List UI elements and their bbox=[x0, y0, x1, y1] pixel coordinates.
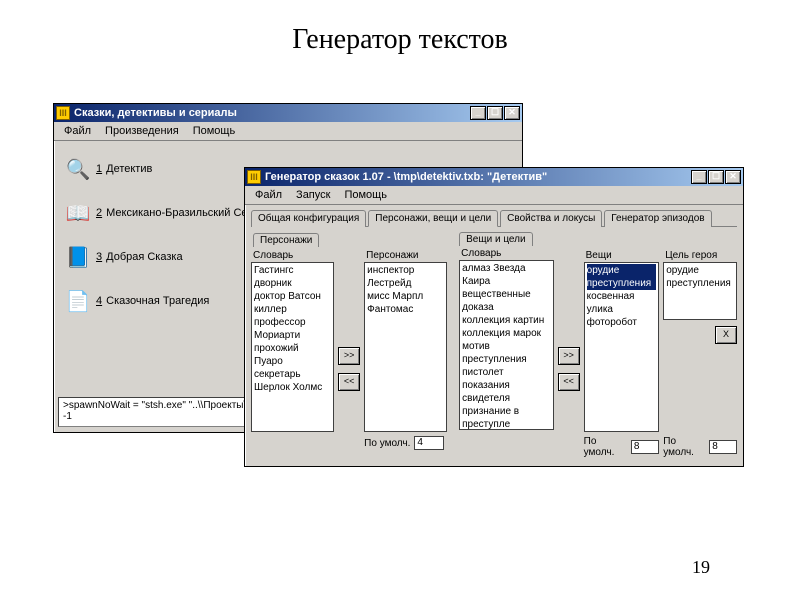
label-goal: Цель героя bbox=[663, 249, 737, 262]
slide-title: Генератор текстов bbox=[0, 24, 800, 56]
menubar-front: Файл Запуск Помощь bbox=[245, 186, 743, 205]
label-dict-persons: Словарь bbox=[251, 249, 334, 262]
menu-help[interactable]: Помощь bbox=[338, 188, 393, 202]
genre-label: Сказочная Трагедия bbox=[106, 295, 209, 307]
tab-episode-gen[interactable]: Генератор эпизодов bbox=[604, 210, 711, 227]
window-title: Генератор сказок 1.07 - \tmp\detektiv.tx… bbox=[265, 171, 547, 183]
genre-num: 4 bbox=[96, 295, 102, 307]
list-item[interactable]: дворник bbox=[254, 277, 331, 290]
tab-persons-things[interactable]: Персонажи, вещи и цели bbox=[368, 210, 498, 227]
book-blue-icon: 📘 bbox=[64, 243, 92, 271]
list-item[interactable]: мотив преступления bbox=[462, 340, 551, 366]
close-button[interactable]: ✕ bbox=[504, 106, 520, 120]
default-label-things: По умолч. bbox=[584, 436, 627, 458]
window-generator: III Генератор сказок 1.07 - \tmp\detekti… bbox=[244, 167, 744, 467]
label-things: Вещи bbox=[584, 249, 660, 262]
book-icon: 📖 bbox=[64, 199, 92, 227]
list-item[interactable]: доктор Ватсон bbox=[254, 290, 331, 303]
list-item[interactable]: секретарь bbox=[254, 368, 331, 381]
remove-goal-button[interactable]: X bbox=[715, 326, 737, 344]
maximize-button[interactable]: ☐ bbox=[487, 106, 503, 120]
list-item[interactable]: косвенная улика bbox=[587, 290, 657, 316]
genre-num: 3 bbox=[96, 251, 102, 263]
list-dict-things[interactable]: алмаз Звезда Каиравещественные доказакол… bbox=[459, 260, 554, 430]
label-dict-things: Словарь bbox=[459, 247, 554, 260]
subtab-persons[interactable]: Персонажи bbox=[253, 233, 319, 247]
app-icon: III bbox=[247, 170, 261, 184]
menu-file[interactable]: Файл bbox=[58, 124, 97, 138]
menu-works[interactable]: Произведения bbox=[99, 124, 185, 138]
list-item[interactable]: профессор Мориарти bbox=[254, 316, 331, 342]
list-item[interactable]: орудие преступления bbox=[587, 264, 657, 290]
genre-label: Добрая Сказка bbox=[106, 251, 182, 263]
list-item[interactable]: фоторобот bbox=[587, 316, 657, 329]
list-item[interactable]: вещественные доказа bbox=[462, 288, 551, 314]
list-goal[interactable]: орудие преступления bbox=[663, 262, 737, 320]
tab-bar: Общая конфигурация Персонажи, вещи и цел… bbox=[251, 209, 737, 227]
list-things[interactable]: орудие преступлениякосвенная уликафоторо… bbox=[584, 262, 660, 432]
list-item[interactable]: прохожий bbox=[254, 342, 331, 355]
default-things-input[interactable]: 8 bbox=[631, 440, 659, 454]
minimize-button[interactable]: _ bbox=[691, 170, 707, 184]
page-number: 19 bbox=[692, 557, 710, 578]
list-item[interactable]: коллекция марок bbox=[462, 327, 551, 340]
page-icon: 📄 bbox=[64, 287, 92, 315]
minimize-button[interactable]: _ bbox=[470, 106, 486, 120]
move-right-persons[interactable]: >> bbox=[338, 347, 360, 365]
list-item[interactable]: показания свидетеля bbox=[462, 379, 551, 405]
magnifier-icon: 🔍 bbox=[64, 155, 92, 183]
move-right-things[interactable]: >> bbox=[558, 347, 580, 365]
menu-file[interactable]: Файл bbox=[249, 188, 288, 202]
default-goal-input[interactable]: 8 bbox=[709, 440, 737, 454]
menu-run[interactable]: Запуск bbox=[290, 188, 336, 202]
list-item[interactable]: Пуаро bbox=[254, 355, 331, 368]
default-label-goal: По умолч. bbox=[663, 436, 705, 458]
titlebar-front[interactable]: III Генератор сказок 1.07 - \tmp\detekti… bbox=[245, 168, 743, 186]
list-item[interactable]: Шерлок Холмс bbox=[254, 381, 331, 394]
list-item[interactable]: мисс Марпл bbox=[367, 290, 444, 303]
subtab-things-goals[interactable]: Вещи и цели bbox=[459, 232, 532, 246]
list-item[interactable]: киллер bbox=[254, 303, 331, 316]
list-item[interactable]: признание в преступле bbox=[462, 405, 551, 430]
list-item[interactable]: инспектор Лестрейд bbox=[367, 264, 444, 290]
list-item[interactable]: пистолет bbox=[462, 366, 551, 379]
move-left-persons[interactable]: << bbox=[338, 373, 360, 391]
tab-general-config[interactable]: Общая конфигурация bbox=[251, 210, 366, 227]
default-label-persons: По умолч. bbox=[364, 438, 410, 449]
tab-properties[interactable]: Свойства и локусы bbox=[500, 210, 602, 227]
app-icon: III bbox=[56, 106, 70, 120]
menubar-back: Файл Произведения Помощь bbox=[54, 122, 522, 141]
titlebar-back[interactable]: III Сказки, детективы и сериалы _ ☐ ✕ bbox=[54, 104, 522, 122]
move-left-things[interactable]: << bbox=[558, 373, 580, 391]
menu-help[interactable]: Помощь bbox=[187, 124, 242, 138]
default-persons-input[interactable]: 4 bbox=[414, 436, 444, 450]
list-item[interactable]: Фантомас bbox=[367, 303, 444, 316]
genre-num: 1 bbox=[96, 163, 102, 175]
list-persons[interactable]: инспектор Лестрейдмисс МарплФантомас bbox=[364, 262, 447, 432]
genre-label: Детектив bbox=[106, 163, 152, 175]
close-button[interactable]: ✕ bbox=[725, 170, 741, 184]
genre-num: 2 bbox=[96, 207, 102, 219]
label-persons: Персонажи bbox=[364, 249, 447, 262]
list-dict-persons[interactable]: Гастингсдворникдоктор Ватсонкиллерпрофес… bbox=[251, 262, 334, 432]
list-item[interactable]: алмаз Звезда Каира bbox=[462, 262, 551, 288]
window-title: Сказки, детективы и сериалы bbox=[74, 107, 237, 119]
maximize-button[interactable]: ☐ bbox=[708, 170, 724, 184]
list-item[interactable]: орудие преступления bbox=[666, 264, 734, 290]
list-item[interactable]: коллекция картин bbox=[462, 314, 551, 327]
list-item[interactable]: Гастингс bbox=[254, 264, 331, 277]
